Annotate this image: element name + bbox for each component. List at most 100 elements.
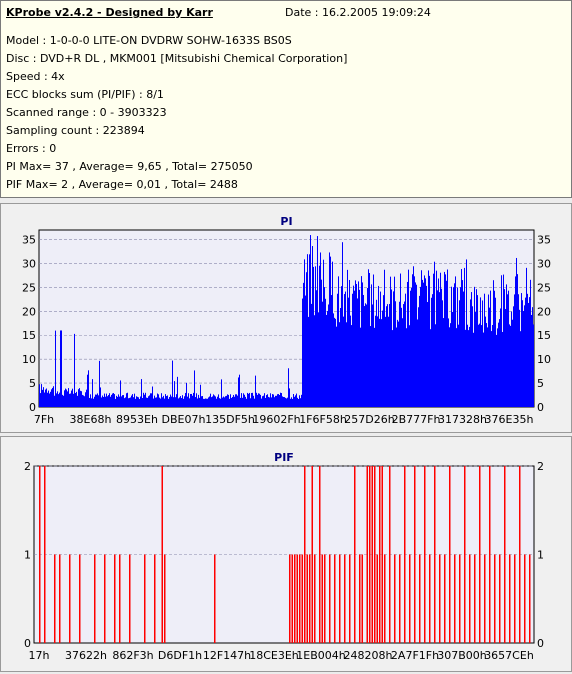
pi-bar [450, 323, 451, 407]
pif-bar [374, 466, 376, 643]
pi-bar [451, 286, 452, 407]
pi-bar [196, 393, 197, 407]
pi-bar [174, 381, 175, 407]
pif-bar [119, 554, 121, 643]
pi-bar [488, 294, 489, 407]
pi-bar [375, 315, 376, 407]
pi-bar [475, 312, 476, 407]
pi-bar [292, 398, 293, 407]
pi-bar [200, 384, 201, 407]
pi-bar [104, 393, 105, 407]
pi-bar [305, 295, 306, 407]
pi-bar [477, 295, 478, 407]
pi-bar [188, 393, 189, 407]
pi-bar [44, 392, 45, 407]
pi-bar [508, 290, 509, 407]
info-line: Speed : 4x [6, 70, 65, 83]
scan-date: Date : 16.2.2005 19:09:24 [285, 6, 431, 19]
pi-bar [189, 398, 190, 407]
pi-bar [269, 397, 270, 407]
pi-bar [178, 398, 179, 407]
pi-bar [487, 327, 488, 407]
pif-bar [384, 554, 386, 643]
pi-x-tick-label: 19602Fh [252, 413, 300, 426]
pi-bar [213, 394, 214, 407]
pif-bar [164, 554, 166, 643]
pi-bar [435, 324, 436, 407]
pi-bar [478, 324, 479, 407]
pi-bar [398, 321, 399, 407]
pi-bar [143, 392, 144, 407]
pif-bar [469, 554, 471, 643]
pi-bar [432, 294, 433, 407]
pi-bar [295, 395, 296, 407]
pi-bar [505, 308, 506, 407]
pif-y-tick-label-right: 0 [537, 637, 544, 650]
pi-bar [152, 386, 153, 407]
pi-bar [264, 393, 265, 407]
pi-bar [495, 297, 496, 407]
pi-bar [340, 308, 341, 407]
pi-bar [331, 295, 332, 407]
pif-bar [79, 554, 81, 643]
pi-bar [452, 311, 453, 407]
pi-bar [423, 282, 424, 407]
pi-bar [324, 287, 325, 407]
pi-bar [142, 397, 143, 407]
pif-bar [354, 466, 356, 643]
pi-bar [357, 298, 358, 407]
pi-bar [362, 282, 363, 407]
pi-bar [91, 398, 92, 407]
pi-bar [390, 276, 391, 407]
pi-bar [453, 287, 454, 407]
pif-bar [309, 554, 311, 643]
pi-bar [109, 393, 110, 407]
pi-bar [310, 235, 311, 407]
pi-bar [215, 396, 216, 407]
pi-bar [433, 273, 434, 407]
pi-x-tick-label: 38E68h [70, 413, 112, 426]
pi-bar [131, 395, 132, 407]
pi-bar [160, 398, 161, 407]
pi-bar [84, 396, 85, 407]
pi-bar [369, 272, 370, 407]
pi-bar [320, 252, 321, 407]
pi-bar [491, 331, 492, 407]
pif-bar [366, 466, 368, 643]
pi-bar [115, 398, 116, 407]
pi-bar [208, 397, 209, 407]
pi-bar [220, 398, 221, 407]
pi-bar [195, 397, 196, 407]
pi-bar [363, 294, 364, 407]
pif-bar [529, 554, 531, 643]
pi-chart-panel: PI 0 0 5 5 10 10 15 15 20 20 25 25 30 30 35 35 7Fh 38E68h 8… [0, 203, 572, 433]
pi-bar [85, 392, 86, 407]
pi-bar [407, 281, 408, 407]
pif-bar [381, 466, 383, 643]
info-line: Errors : 0 [6, 142, 57, 155]
pif-x-tick-label: 1EB004h [296, 649, 345, 662]
pif-y-tick-label: 2 [24, 460, 31, 473]
pi-bar [316, 290, 317, 407]
pif-bar [409, 554, 411, 643]
pi-bar [360, 327, 361, 407]
pi-bar [147, 397, 148, 407]
pi-bar [530, 279, 531, 407]
pi-bar [265, 397, 266, 407]
pi-bar [260, 394, 261, 407]
pi-bar [199, 397, 200, 407]
pi-bar [224, 397, 225, 407]
pi-bar [283, 396, 284, 407]
pi-bar [80, 390, 81, 407]
pi-bar [420, 286, 421, 407]
pi-bar [417, 319, 418, 407]
pi-bar [240, 397, 241, 407]
pi-bar [289, 388, 290, 407]
pi-bar [173, 397, 174, 407]
pi-bar [158, 394, 159, 407]
pi-bar [522, 300, 523, 407]
pi-bar [461, 269, 462, 407]
pif-bar [479, 466, 481, 643]
pi-bar [284, 397, 285, 407]
pi-y-tick-label-right: 25 [537, 281, 551, 294]
